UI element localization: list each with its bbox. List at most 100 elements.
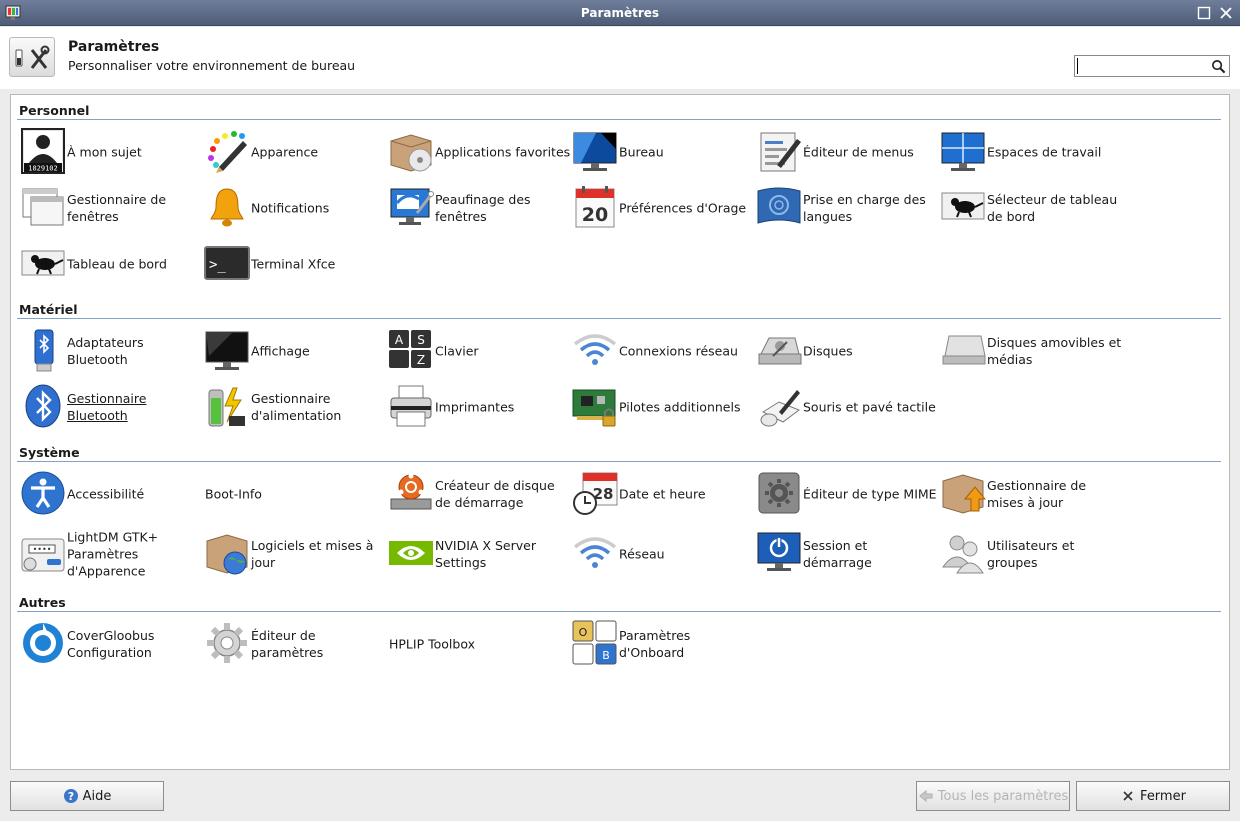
item-users-groups[interactable]: Utilisateurs et groupes xyxy=(939,529,1123,579)
close-window-button[interactable] xyxy=(1218,5,1234,21)
section-divider xyxy=(17,611,1221,612)
keyboard-icon: A S Z xyxy=(389,330,431,368)
all-settings-label: Tous les paramètres xyxy=(937,788,1069,804)
close-icon xyxy=(1123,791,1133,801)
item-workspaces[interactable]: Espaces de travail xyxy=(939,127,1123,177)
item-label: Éditeur de type MIME xyxy=(803,486,937,502)
item-additional-drivers[interactable]: Pilotes additionnels xyxy=(571,382,755,432)
item-bluetooth-manager[interactable]: Gestionnaire Bluetooth xyxy=(19,382,203,432)
search-input[interactable] xyxy=(1077,58,1207,74)
item-menu-editor[interactable]: Éditeur de menus xyxy=(755,127,939,177)
preferred-apps-icon xyxy=(390,134,432,172)
software-globe-icon xyxy=(206,534,248,575)
item-panel[interactable]: Tableau de bord xyxy=(19,239,203,289)
item-boot-info[interactable]: Boot-Info xyxy=(203,469,387,519)
window-manager-icon xyxy=(22,188,64,226)
wifi-icon xyxy=(573,334,617,365)
item-label: NVIDIA X Server Settings xyxy=(435,538,536,570)
item-power-manager[interactable]: Gestionnaire d'alimentation xyxy=(203,382,387,432)
item-accessibility[interactable]: Accessibilité xyxy=(19,469,203,519)
item-language-support[interactable]: Prise en charge des langues xyxy=(755,183,939,233)
item-label: Connexions réseau xyxy=(619,343,738,359)
search-icon[interactable] xyxy=(1211,59,1226,74)
menu-editor-icon xyxy=(760,132,801,172)
item-label: Date et heure xyxy=(619,486,706,502)
item-mime-editor[interactable]: Éditeur de type MIME xyxy=(755,469,939,519)
item-removable-media[interactable]: Disques amovibles et médias xyxy=(939,326,1123,376)
all-settings-button[interactable]: Tous les paramètres xyxy=(916,781,1070,811)
section-divider xyxy=(17,119,1221,120)
item-window-manager[interactable]: Gestionnaire de fenêtres xyxy=(19,183,203,233)
bluetooth-adapter-icon xyxy=(34,329,54,372)
item-label: Gestionnaire de mises à jour xyxy=(987,478,1087,510)
item-panel-switch[interactable]: Sélecteur de tableau de bord xyxy=(939,183,1123,233)
item-network-connections[interactable]: Connexions réseau xyxy=(571,326,755,376)
svg-text:B: B xyxy=(602,649,610,662)
item-software-updates[interactable]: Logiciels et mises à jour xyxy=(203,529,387,579)
item-label: Créateur de disque de démarrage xyxy=(435,478,555,510)
help-label: Aide xyxy=(82,788,112,804)
date-time-icon: 28 xyxy=(573,472,618,515)
panel-switch-icon xyxy=(941,192,985,220)
about-me-icon: 1829102 xyxy=(21,128,65,174)
item-orage-prefs[interactable]: 20 Préférences d'Orage xyxy=(571,183,755,233)
item-label: Éditeur de menus xyxy=(803,144,914,160)
item-mouse-touchpad[interactable]: Souris et pavé tactile xyxy=(755,382,939,432)
removable-drive-icon xyxy=(942,335,986,365)
section-divider xyxy=(17,461,1221,462)
item-label: Affichage xyxy=(251,343,310,359)
window-titlebar[interactable]: Paramètres xyxy=(0,0,1240,26)
close-icon xyxy=(1220,7,1232,19)
item-settings-editor[interactable]: Éditeur de paramètres xyxy=(203,619,387,669)
settings-gear-icon xyxy=(207,623,247,663)
login-screen-icon: •••• xyxy=(21,538,65,572)
item-label: Disques xyxy=(803,343,853,359)
svg-text:1829102: 1829102 xyxy=(28,165,58,173)
item-label: Accessibilité xyxy=(67,486,145,502)
item-onboard-settings[interactable]: O B Paramètres d'Onboard xyxy=(571,619,755,669)
item-lightdm[interactable]: •••• LightDM GTK+ Paramètres d'Apparence xyxy=(19,529,203,579)
item-startup-disk[interactable]: Créateur de disque de démarrage xyxy=(387,469,571,519)
item-session-startup[interactable]: Session et démarrage xyxy=(755,529,939,579)
item-label: HPLIP Toolbox xyxy=(389,636,475,652)
item-disks[interactable]: Disques xyxy=(755,326,939,376)
item-label: Gestionnaire Bluetooth xyxy=(67,391,147,423)
help-icon: ? xyxy=(63,789,78,803)
item-network[interactable]: Réseau xyxy=(571,529,755,579)
help-button[interactable]: ? Aide xyxy=(10,781,164,811)
item-about-me[interactable]: 1829102 À mon sujet xyxy=(19,127,203,177)
maximize-button[interactable] xyxy=(1196,5,1212,21)
item-label: Boot-Info xyxy=(205,486,262,502)
item-desktop[interactable]: Bureau xyxy=(571,127,755,177)
page-title: Paramètres xyxy=(68,39,160,55)
item-printers[interactable]: Imprimantes xyxy=(387,382,571,432)
item-label: Clavier xyxy=(435,343,479,359)
item-label: Notifications xyxy=(251,200,330,216)
item-label: Paramètres d'Onboard xyxy=(619,628,691,660)
section-title-autres: Autres xyxy=(19,595,66,610)
item-preferred-apps[interactable]: Applications favorites xyxy=(387,127,571,177)
language-icon xyxy=(757,187,801,224)
item-label: Gestionnaire de fenêtres xyxy=(67,192,167,224)
item-display[interactable]: Affichage xyxy=(203,326,387,376)
item-keyboard[interactable]: A S Z Clavier xyxy=(387,326,571,376)
desktop-icon xyxy=(573,132,617,171)
item-terminal[interactable]: >_ Terminal Xfce xyxy=(203,239,387,289)
item-date-time[interactable]: 28 Date et heure xyxy=(571,469,755,519)
item-window-tweaks[interactable]: Peaufinage des fenêtres xyxy=(387,183,571,233)
svg-text:?: ? xyxy=(67,790,73,803)
svg-text:••••: •••• xyxy=(33,545,52,554)
maximize-icon xyxy=(1197,6,1211,20)
item-update-manager[interactable]: Gestionnaire de mises à jour xyxy=(939,469,1123,519)
item-notifications[interactable]: Notifications xyxy=(203,183,387,233)
item-appearance[interactable]: Apparence xyxy=(203,127,387,177)
item-bluetooth-adapters[interactable]: Adaptateurs Bluetooth xyxy=(19,326,203,376)
close-button[interactable]: Fermer xyxy=(1076,781,1230,811)
search-box[interactable] xyxy=(1074,55,1230,77)
back-arrow-icon xyxy=(918,789,933,803)
item-hplip-toolbox[interactable]: HPLIP Toolbox xyxy=(387,619,571,669)
item-covergloobus[interactable]: CoverGloobus Configuration xyxy=(19,619,203,669)
item-label: Applications favorites xyxy=(435,144,571,160)
item-label: Pilotes additionnels xyxy=(619,399,741,415)
item-nvidia[interactable]: NVIDIA X Server Settings xyxy=(387,529,571,579)
